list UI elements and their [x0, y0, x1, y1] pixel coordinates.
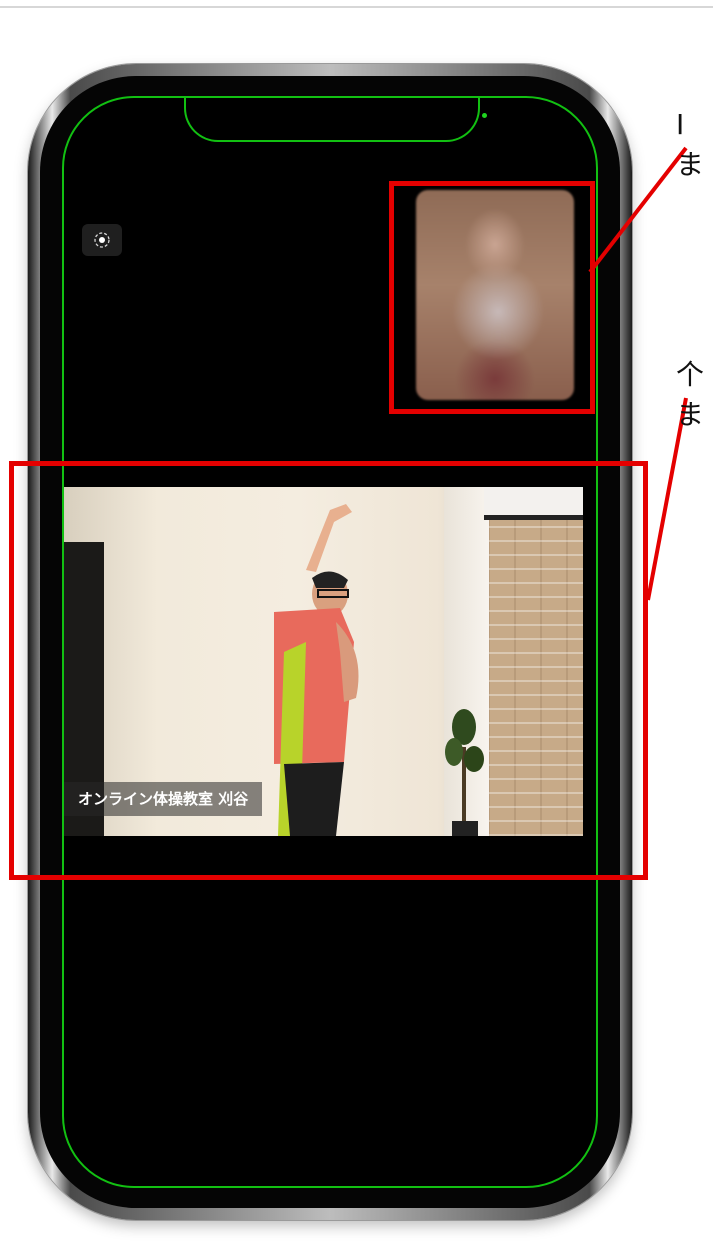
camera-shutter-icon	[94, 232, 110, 248]
camera-indicator-dot	[482, 113, 487, 118]
screenshot-button[interactable]	[82, 224, 122, 256]
phone-notch	[184, 98, 480, 142]
top-divider	[0, 6, 713, 8]
callout-text-top-2: ま	[676, 148, 705, 181]
main-video-highlight-box	[9, 461, 648, 880]
callout-text-bottom-2: ま	[676, 398, 705, 431]
self-preview-highlight-box	[389, 181, 595, 414]
callout-text-top-1: I	[676, 108, 685, 141]
callout-text-bottom-1: 个	[676, 358, 705, 391]
